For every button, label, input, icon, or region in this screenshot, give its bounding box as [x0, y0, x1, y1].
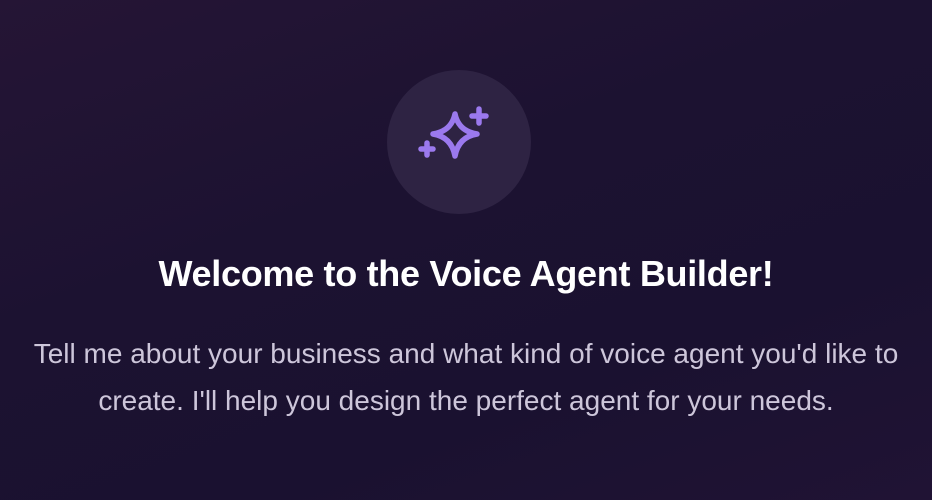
sparkles-icon	[418, 106, 489, 159]
sparkles-badge	[387, 70, 531, 214]
welcome-title: Welcome to the Voice Agent Builder!	[158, 253, 774, 294]
welcome-panel: Welcome to the Voice Agent Builder! Tell…	[0, 0, 932, 500]
welcome-description: Tell me about your business and what kin…	[33, 338, 899, 416]
